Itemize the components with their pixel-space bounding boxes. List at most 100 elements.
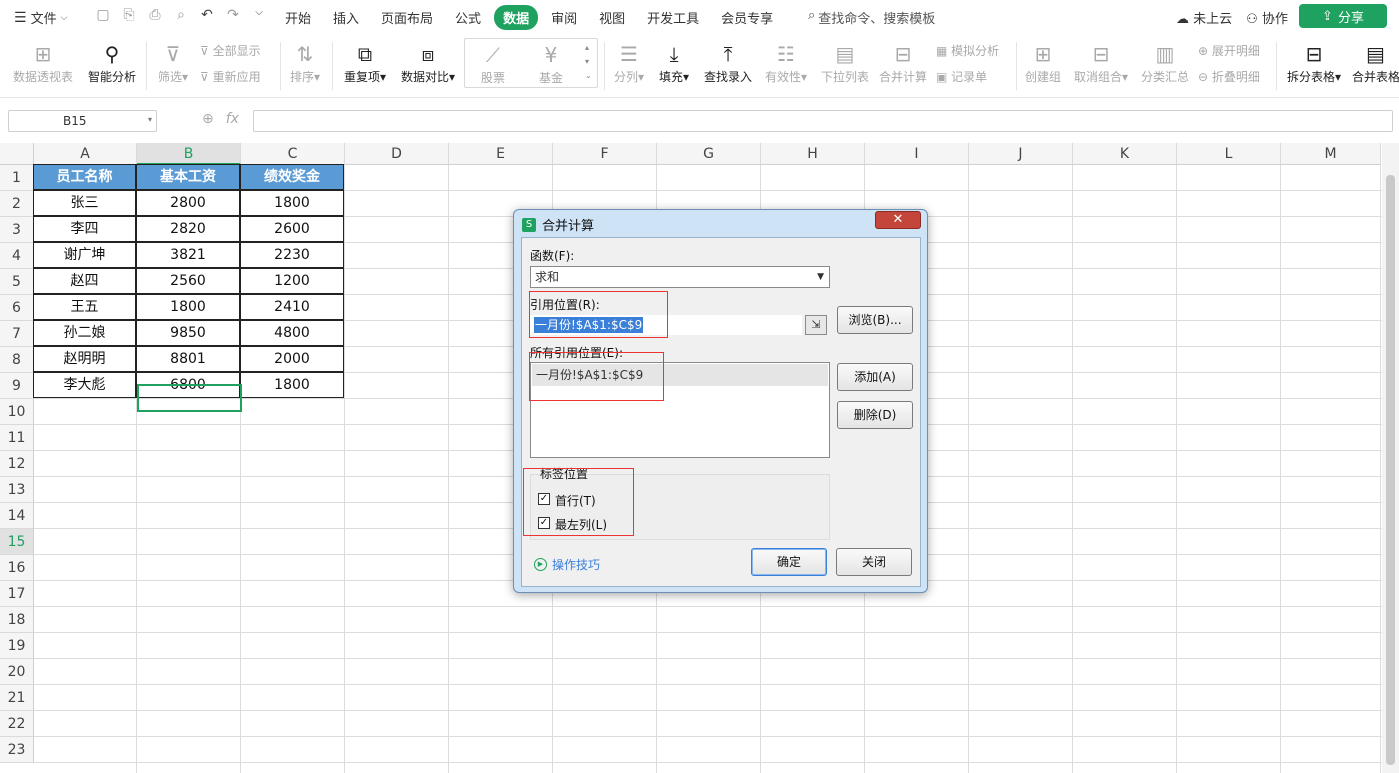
table-cell[interactable]: 李大彪 — [33, 372, 136, 398]
share-button[interactable]: ⇪ 分享 — [1299, 4, 1387, 28]
table-cell[interactable]: 2820 — [136, 216, 240, 242]
collapse-detail-button[interactable]: ⊖ 折叠明细 — [1198, 68, 1260, 85]
column-header-M[interactable]: M — [1281, 143, 1381, 165]
subtotal-button[interactable]: ▥ 分类汇总 — [1140, 40, 1190, 85]
row-header-11[interactable]: 11 — [0, 425, 34, 451]
table-cell[interactable]: 1800 — [136, 294, 240, 320]
tab-0[interactable]: 开始 — [276, 5, 320, 30]
reapply-button[interactable]: ⊽ 重新应用 — [200, 68, 261, 85]
table-cell[interactable]: 孙二娘 — [33, 320, 136, 346]
table-cell[interactable]: 赵明明 — [33, 346, 136, 372]
sort-button[interactable]: ⇅ 排序▾ — [288, 40, 322, 85]
tab-3[interactable]: 公式 — [446, 5, 490, 30]
collab-button[interactable]: ⚇ 协作 — [1246, 8, 1288, 27]
row-header-1[interactable]: 1 — [0, 165, 34, 191]
lookup-entry-button[interactable]: ⤒ 查找录入 — [703, 40, 753, 85]
row-header-6[interactable]: 6 — [0, 295, 34, 321]
dropdown-list-button[interactable]: ▤ 下拉列表 — [820, 40, 870, 85]
scrollbar-thumb[interactable] — [1386, 175, 1395, 765]
gallery-scroll-icon[interactable]: ▴ ▾ ⌄ — [585, 41, 592, 83]
chevron-down-icon[interactable]: ▾ — [148, 115, 152, 124]
column-header-F[interactable]: F — [553, 143, 657, 165]
table-cell[interactable]: 2410 — [240, 294, 344, 320]
row-header-3[interactable]: 3 — [0, 217, 34, 243]
row-header-22[interactable]: 22 — [0, 711, 34, 737]
tab-8[interactable]: 会员专享 — [712, 5, 782, 30]
split-column-button[interactable]: ☰ 分列▾ — [612, 40, 646, 85]
column-header-D[interactable]: D — [345, 143, 449, 165]
more-chevron-icon[interactable]: ⌵ — [250, 7, 268, 23]
tab-1[interactable]: 插入 — [324, 5, 368, 30]
expand-detail-button[interactable]: ⊕ 展开明细 — [1198, 42, 1260, 59]
column-header-E[interactable]: E — [449, 143, 553, 165]
table-cell[interactable]: 赵四 — [33, 268, 136, 294]
tab-4[interactable]: 数据 — [494, 5, 539, 30]
table-cell[interactable]: 张三 — [33, 190, 136, 216]
ungroup-button[interactable]: ⊟ 取消组合▾ — [1072, 40, 1130, 85]
undo-icon[interactable]: ↶ — [198, 7, 216, 23]
column-header-H[interactable]: H — [761, 143, 865, 165]
create-group-button[interactable]: ⊞ 创建组 — [1024, 40, 1062, 85]
browse-button[interactable]: 浏览(B)... — [837, 306, 913, 334]
table-cell[interactable]: 王五 — [33, 294, 136, 320]
row-header-4[interactable]: 4 — [0, 243, 34, 269]
row-header-10[interactable]: 10 — [0, 399, 34, 425]
tab-5[interactable]: 审阅 — [542, 5, 586, 30]
table-cell[interactable]: 2600 — [240, 216, 344, 242]
merge-table-button[interactable]: ▤ 合并表格 — [1352, 40, 1399, 85]
function-select[interactable]: 求和 ▼ — [530, 266, 830, 288]
column-header-I[interactable]: I — [865, 143, 969, 165]
column-header-A[interactable]: A — [34, 143, 137, 165]
row-header-23[interactable]: 23 — [0, 737, 34, 763]
table-header-cell[interactable]: 绩效奖金 — [240, 164, 344, 190]
row-header-15[interactable]: 15 — [0, 529, 34, 555]
row-header-14[interactable]: 14 — [0, 503, 34, 529]
table-cell[interactable]: 1800 — [240, 372, 344, 398]
row-header-9[interactable]: 9 — [0, 373, 34, 399]
add-button[interactable]: 添加(A) — [837, 363, 913, 391]
column-header-B[interactable]: B — [137, 143, 241, 165]
row-header-13[interactable]: 13 — [0, 477, 34, 503]
print-icon[interactable]: ⎙ — [146, 7, 164, 23]
command-search[interactable]: ⌕ 查找命令、搜索模板 — [808, 8, 935, 27]
fx-icon[interactable]: fx — [226, 111, 239, 127]
table-header-cell[interactable]: 员工名称 — [33, 164, 136, 190]
tips-link[interactable]: ▶ 操作技巧 — [534, 556, 600, 573]
close-icon[interactable]: ✕ — [875, 211, 921, 229]
record-form-button[interactable]: ▣ 记录单 — [936, 68, 987, 85]
tab-2[interactable]: 页面布局 — [372, 5, 442, 30]
stock-button[interactable]: ⟋ 股票 — [477, 41, 509, 86]
range-picker-icon[interactable]: ⇲ — [805, 315, 827, 335]
table-cell[interactable]: 李四 — [33, 216, 136, 242]
export-pdf-icon[interactable]: ⎘ — [120, 7, 138, 23]
table-cell[interactable]: 1800 — [240, 190, 344, 216]
table-cell[interactable]: 2800 — [136, 190, 240, 216]
cancel-button[interactable]: 关闭 — [836, 548, 912, 576]
row-header-19[interactable]: 19 — [0, 633, 34, 659]
fund-button[interactable]: ¥ 基金 — [535, 41, 567, 86]
column-header-L[interactable]: L — [1177, 143, 1281, 165]
vertical-scrollbar[interactable] — [1382, 143, 1399, 773]
row-header-5[interactable]: 5 — [0, 269, 34, 295]
name-box[interactable]: B15 ▾ — [8, 110, 157, 132]
pivot-table-button[interactable]: ⊞ 数据透视表 — [12, 40, 74, 85]
row-header-21[interactable]: 21 — [0, 685, 34, 711]
simulate-analysis-button[interactable]: ▦ 模拟分析 — [936, 42, 999, 59]
table-cell[interactable]: 4800 — [240, 320, 344, 346]
selected-cell[interactable] — [137, 384, 242, 412]
show-all-button[interactable]: ⊽ 全部显示 — [200, 42, 261, 59]
formula-input[interactable] — [253, 110, 1393, 132]
validity-button[interactable]: ☷ 有效性▾ — [763, 40, 809, 85]
redo-icon[interactable]: ↷ — [224, 7, 242, 23]
zoom-icon[interactable]: ⊕ — [202, 111, 214, 127]
row-header-16[interactable]: 16 — [0, 555, 34, 581]
split-table-button[interactable]: ⊟ 拆分表格▾ — [1286, 40, 1342, 85]
table-cell[interactable]: 9850 — [136, 320, 240, 346]
row-header-7[interactable]: 7 — [0, 321, 34, 347]
save-icon[interactable]: ▢ — [94, 7, 112, 23]
row-header-18[interactable]: 18 — [0, 607, 34, 633]
fill-button[interactable]: ⤓ 填充▾ — [657, 40, 691, 85]
table-cell[interactable]: 2230 — [240, 242, 344, 268]
consolidate-button[interactable]: ⊟ 合并计算 — [878, 40, 928, 85]
row-header-2[interactable]: 2 — [0, 191, 34, 217]
